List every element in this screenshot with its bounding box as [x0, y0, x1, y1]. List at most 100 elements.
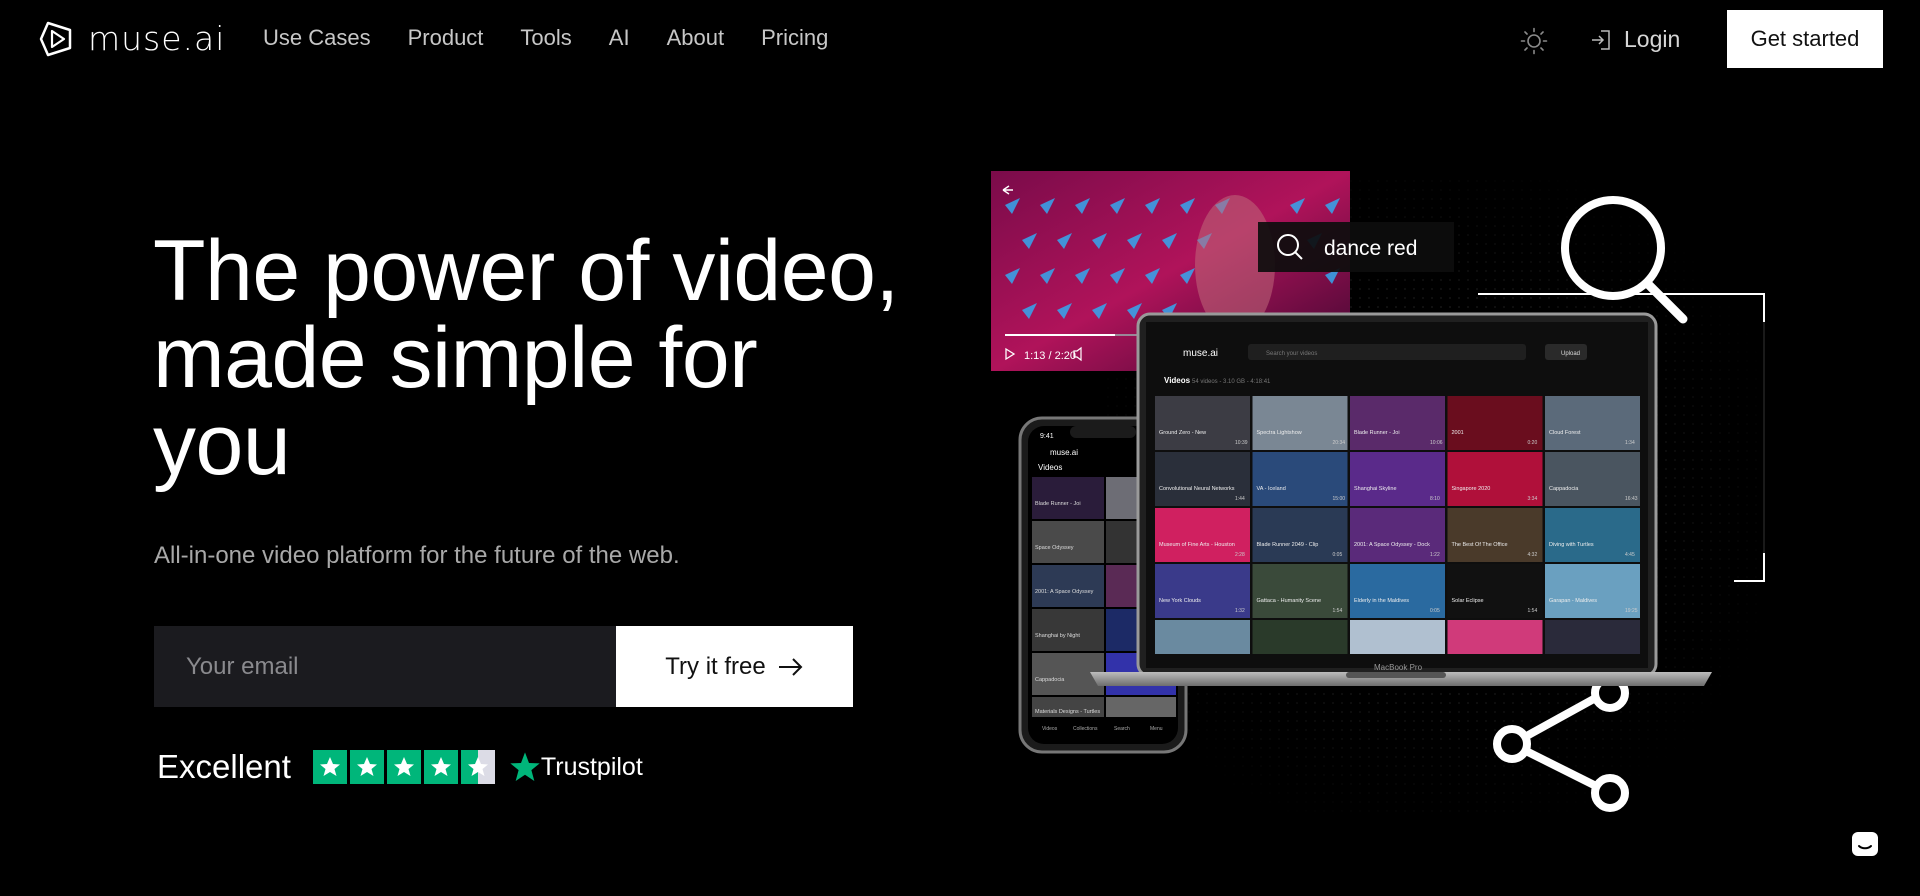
rating-text: Excellent [157, 748, 291, 785]
nav-item-tools[interactable]: Tools [520, 25, 571, 51]
svg-text:54 videos - 3.10 GB - 4:18:41: 54 videos - 3.10 GB - 4:18:41 [1192, 379, 1271, 385]
video-thumbnail-title: Gattaca - Humanity Scene [1257, 598, 1322, 604]
hero-headline: The power of video, made simple for you [153, 228, 953, 489]
video-thumbnail [1350, 620, 1445, 654]
headline-line: you [153, 397, 291, 493]
svg-text:2001: A Space Odyssey: 2001: A Space Odyssey [1035, 589, 1094, 595]
sun-icon[interactable] [1520, 27, 1548, 55]
svg-text:Cappadocia: Cappadocia [1035, 677, 1065, 683]
nav-item-use-cases[interactable]: Use Cases [263, 25, 371, 51]
svg-text:Upload: Upload [1561, 351, 1580, 357]
svg-text:muse.ai: muse.ai [1183, 348, 1218, 359]
get-started-button[interactable]: Get started [1727, 10, 1883, 68]
top-nav: muse.ai Use Cases Product Tools AI About… [0, 0, 1920, 78]
star-icon [386, 750, 421, 784]
video-thumbnail-title: Convolutional Neural Networks [1159, 486, 1235, 492]
video-thumbnail-title: Solar Eclipse [1452, 598, 1484, 604]
search-query: dance red [1324, 237, 1417, 260]
star-icon [312, 750, 347, 784]
video-thumbnail-title: The Best Of The Office [1452, 542, 1508, 548]
video-thumbnail-duration: 1:44 [1235, 496, 1245, 502]
video-thumbnail-title: 2001: A Space Odyssey - Dock [1354, 542, 1430, 548]
star-icon [349, 750, 384, 784]
arrow-right-icon [778, 657, 803, 676]
try-label: Try it free [665, 652, 766, 680]
nav-item-about[interactable]: About [667, 25, 725, 51]
video-thumbnail-title: Blade Runner - Joi [1354, 430, 1400, 436]
email-field[interactable] [154, 626, 616, 707]
video-thumbnail-duration: 0:20 [1528, 440, 1538, 446]
video-thumbnail-duration: 1:22 [1430, 552, 1440, 558]
login-label: Login [1624, 26, 1681, 52]
video-thumbnail-duration: 19:25 [1625, 608, 1638, 614]
video-thumbnail-title: Garapan - Maldives [1549, 598, 1597, 604]
video-thumbnail [1252, 620, 1348, 654]
nav-item-pricing[interactable]: Pricing [761, 25, 828, 51]
hero-subtitle: All-in-one video platform for the future… [154, 542, 680, 569]
video-thumbnail-title: Ground Zero - New [1159, 430, 1206, 436]
video-thumbnail-duration: 3:34 [1528, 496, 1538, 502]
video-thumbnail-duration: 2:28 [1235, 552, 1245, 558]
svg-text:Space Odyssey: Space Odyssey [1035, 545, 1074, 551]
video-thumbnail-duration: 1:34 [1625, 440, 1635, 446]
login-icon [1592, 29, 1610, 50]
video-thumbnail-title: Diving with Turtles [1549, 542, 1594, 548]
video-thumbnail-duration: 0:05 [1333, 552, 1343, 558]
chat-widget-icon[interactable] [1850, 830, 1880, 860]
scrollbar[interactable] [1912, 0, 1920, 896]
video-thumbnail-title: Museum of Fine Arts - Houston [1159, 542, 1235, 548]
video-thumbnail-duration: 4:32 [1528, 552, 1538, 558]
nav-item-ai[interactable]: AI [609, 25, 630, 51]
video-thumbnail-duration: 0:05 [1430, 608, 1440, 614]
nav-item-product[interactable]: Product [408, 25, 484, 51]
star-icon [423, 750, 458, 784]
video-thumbnail [1545, 620, 1640, 654]
video-thumbnail-title: 2001 [1452, 430, 1464, 436]
svg-text:Blade Runner - Joi: Blade Runner - Joi [1035, 501, 1081, 507]
video-thumbnail-title: Singapore 2020 [1452, 486, 1491, 492]
svg-text:Materials Designs - Turtles: Materials Designs - Turtles [1035, 709, 1100, 715]
logo-text: muse.ai [88, 19, 226, 58]
headline-line: The power of video, [153, 223, 899, 319]
video-thumbnail-title: New York Clouds [1159, 598, 1201, 604]
video-thumbnail-title: Elderly in the Maldives [1354, 598, 1409, 604]
video-thumbnail-title: Cloud Forest [1549, 430, 1581, 436]
video-thumbnail [1447, 620, 1543, 654]
star-rating [312, 750, 495, 784]
video-thumbnail-duration: 1:54 [1528, 608, 1538, 614]
video-thumbnail-duration: 10:06 [1430, 440, 1443, 446]
svg-text:9:41: 9:41 [1040, 433, 1054, 440]
laptop-mockup: muse.ai Search your videos Upload Videos… [1090, 312, 1712, 686]
svg-text:Shanghai by Night: Shanghai by Night [1035, 633, 1080, 639]
hero-product-mockup: 1:13 / 2:20 dance red 9:41 muse.ai Video… [991, 171, 1765, 815]
video-thumbnail-title: Spectra Lightshow [1257, 430, 1302, 436]
player-time: 1:13 / 2:20 [1024, 350, 1076, 362]
video-thumbnail-duration: 1:54 [1333, 608, 1343, 614]
try-it-free-button[interactable]: Try it free [616, 626, 853, 707]
video-thumbnail-duration: 1:32 [1235, 608, 1245, 614]
video-thumbnail-duration: 20:34 [1333, 440, 1346, 446]
video-thumbnail-duration: 8:10 [1430, 496, 1440, 502]
video-thumbnail-title: Shanghai Skyline [1354, 486, 1397, 492]
login-link[interactable]: Login [1590, 26, 1680, 53]
trustpilot-rating[interactable]: Excellent Trustpilot [157, 748, 643, 786]
svg-text:Videos: Videos [1164, 376, 1191, 385]
svg-text:Videos: Videos [1042, 726, 1058, 732]
svg-text:Collections: Collections [1073, 726, 1098, 732]
svg-text:MacBook Pro: MacBook Pro [1374, 663, 1423, 672]
main-nav: Use Cases Product Tools AI About Pricing [263, 25, 828, 51]
video-thumbnail-title: Cappadocia [1549, 486, 1579, 492]
logo[interactable]: muse.ai [38, 19, 225, 58]
trustpilot-logo: Trustpilot [509, 751, 643, 783]
svg-text:muse.ai: muse.ai [1050, 448, 1078, 457]
trustpilot-brand: Trustpilot [540, 752, 643, 781]
video-thumbnail-duration: 4:45 [1625, 552, 1635, 558]
svg-text:Menu: Menu [1150, 726, 1163, 732]
video-thumbnail-title: Blade Runner 2049 - Clip [1257, 542, 1319, 548]
svg-text:Videos: Videos [1038, 463, 1062, 472]
video-thumbnail-duration: 15:00 [1333, 496, 1346, 502]
video-thumbnail-duration: 16:43 [1625, 496, 1638, 502]
trustpilot-star-icon [510, 752, 540, 781]
headline-line: made simple for [153, 310, 758, 406]
logo-icon [39, 21, 72, 56]
